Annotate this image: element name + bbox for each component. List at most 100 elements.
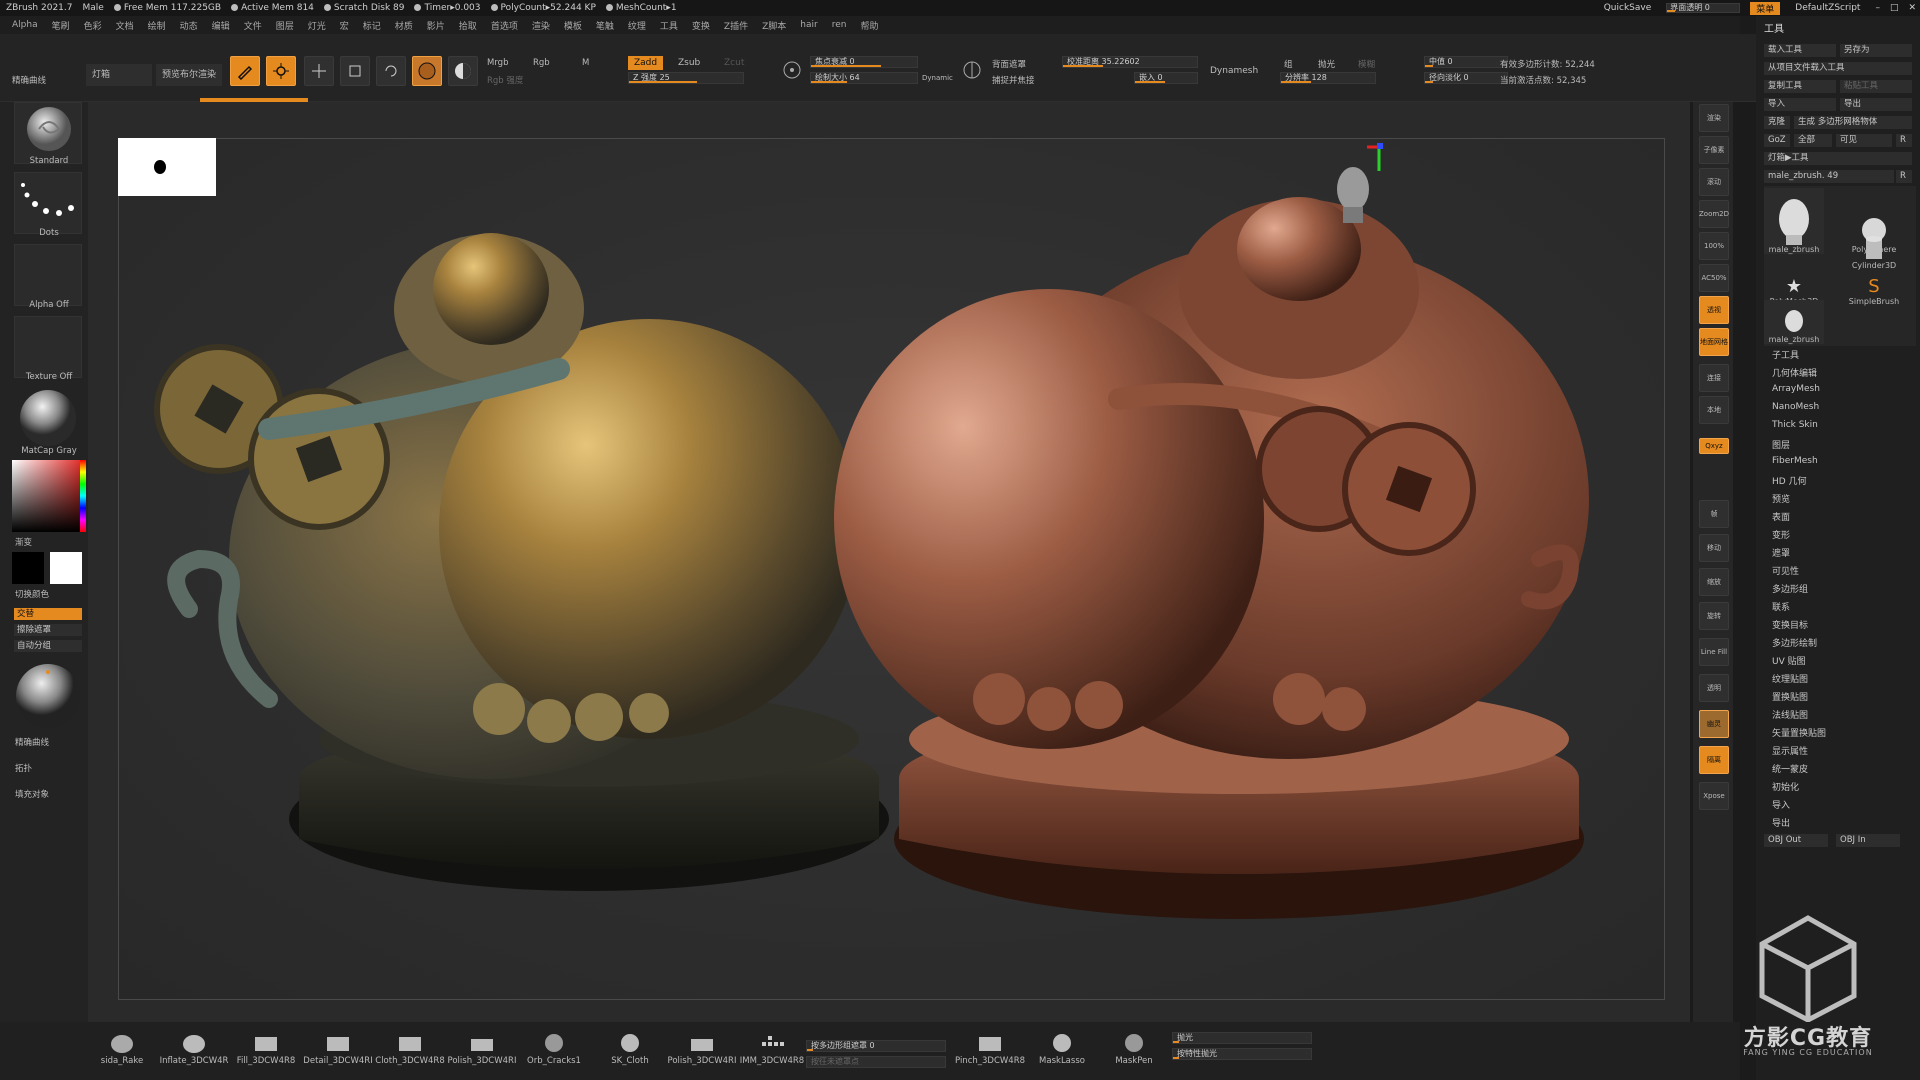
color-picker[interactable] [12, 460, 86, 532]
menu-color[interactable]: 色彩 [84, 19, 102, 32]
menu-draw[interactable]: 绘制 [148, 19, 166, 32]
resolution-slider[interactable]: 分辨率 128 [1280, 72, 1376, 84]
initialize-section[interactable]: 初始化 [1772, 780, 1799, 793]
curve-button[interactable]: 精确曲线 [15, 736, 49, 748]
lightbox-button[interactable]: 灯箱 [86, 64, 152, 86]
material-swatch-button[interactable] [412, 56, 442, 86]
default-zscript-button[interactable]: DefaultZScript [1790, 3, 1865, 13]
link-button[interactable]: 连接 [1699, 364, 1729, 392]
brush-orb-cracks[interactable]: Orb_Cracks1 [527, 1032, 581, 1066]
menu-stencil[interactable]: 模板 [564, 19, 582, 32]
tool-thumb-male-zbrush[interactable]: male_zbrush [1764, 188, 1824, 254]
orb-button[interactable] [14, 662, 82, 730]
polish-by-features-slider[interactable]: 按特性抛光 [1172, 1048, 1312, 1060]
goz-button[interactable]: GoZ [1764, 134, 1790, 147]
arraymesh-section[interactable]: ArrayMesh [1772, 384, 1820, 394]
bpr-render-button[interactable]: 渲染 [1699, 104, 1729, 132]
import-section[interactable]: 导入 [1772, 798, 1790, 811]
ghost-button[interactable]: 幽灵 [1699, 710, 1729, 738]
goz-r-button[interactable]: R [1896, 134, 1912, 147]
lightbox-tools-button[interactable]: 灯箱▶工具 [1764, 152, 1912, 165]
shading-button[interactable] [448, 56, 478, 86]
export-section[interactable]: 导出 [1772, 816, 1790, 829]
load-tool-button[interactable]: 载入工具 [1764, 44, 1836, 57]
symmetry-icon-button[interactable] [960, 58, 984, 82]
move-view-button[interactable]: 移动 [1699, 534, 1729, 562]
menu-stroke[interactable]: 笔触 [596, 19, 614, 32]
group-toggle[interactable]: 组 [1284, 58, 1293, 70]
goz-visible-button[interactable]: 可见 [1836, 134, 1892, 147]
brush-selector[interactable] [14, 102, 82, 164]
menu-movie-dynamics[interactable]: 动态 [180, 19, 198, 32]
menu-texture[interactable]: 纹理 [628, 19, 646, 32]
brush-detail[interactable]: Detail_3DCW4RI [303, 1032, 373, 1066]
polygroup-mask-slider[interactable]: 按多边形组遮罩 0 [806, 1040, 946, 1052]
polypaint-section[interactable]: 多边形绘制 [1772, 636, 1817, 649]
rgb-toggle[interactable]: Rgb [533, 58, 550, 68]
menu-zscript[interactable]: Z脚本 [762, 19, 786, 32]
menu-material[interactable]: 材质 [395, 19, 413, 32]
move-button[interactable] [304, 56, 334, 86]
menu-zplugin[interactable]: Z插件 [724, 19, 748, 32]
dynamesh-button[interactable]: Dynamesh [1204, 64, 1264, 80]
copy-tool-button[interactable]: 复制工具 [1764, 80, 1836, 93]
nanomesh-section[interactable]: NanoMesh [1772, 402, 1819, 412]
zadd-button[interactable]: Zadd [628, 56, 664, 70]
hue-strip[interactable] [80, 460, 86, 532]
hd-geometry-section[interactable]: HD 几何 [1772, 474, 1807, 487]
spix-button[interactable]: 子像素 [1699, 136, 1729, 164]
dynamic-toggle[interactable]: Dynamic [922, 74, 953, 82]
focal-shift-slider[interactable]: 焦点衰减 0 [810, 56, 918, 68]
menu-macro[interactable]: 宏 [340, 19, 349, 32]
menu-movie[interactable]: 影片 [427, 19, 445, 32]
menu-brush[interactable]: 笔刷 [52, 19, 70, 32]
save-as-button[interactable]: 另存为 [1840, 44, 1912, 57]
displacement-map-section[interactable]: 置换贴图 [1772, 690, 1808, 703]
qxyz-button[interactable]: Qxyz [1699, 438, 1729, 454]
line-fill-button[interactable]: Line Fill [1699, 638, 1729, 666]
snap-merge-toggle[interactable]: 捕捉并焦接 [992, 74, 1035, 86]
uv-map-section[interactable]: UV 贴图 [1772, 654, 1806, 667]
bpr-preview-button[interactable]: 预览布尔渲染 [156, 64, 222, 86]
tool-thumb-simplebrush[interactable]: S SimpleBrush [1844, 262, 1904, 306]
brush-polish-2[interactable]: Polish_3DCW4RI [668, 1032, 736, 1066]
zoom2d-button[interactable]: Zoom2D [1699, 200, 1729, 228]
edit-button[interactable] [230, 56, 260, 86]
perspective-button[interactable]: 透视 [1699, 296, 1729, 324]
masking-section[interactable]: 遮罩 [1772, 546, 1790, 559]
primary-color-swatch[interactable] [50, 552, 82, 584]
radial-fade-slider[interactable]: 径向淡化 0 [1424, 72, 1508, 84]
zoom-view-button[interactable]: 缩放 [1699, 568, 1729, 596]
preview-section[interactable]: 预览 [1772, 492, 1790, 505]
current-tool-r-button[interactable]: R [1896, 170, 1912, 183]
menu-transform[interactable]: 变换 [692, 19, 710, 32]
deformation-section[interactable]: 变形 [1772, 528, 1790, 541]
brush-cloth[interactable]: Cloth_3DCW4R8 [375, 1032, 445, 1066]
menu-document[interactable]: 文档 [116, 19, 134, 32]
switch-color-button[interactable]: 切换颜色 [15, 588, 49, 600]
menu-help[interactable]: 帮助 [860, 19, 878, 32]
normal-map-section[interactable]: 法线贴图 [1772, 708, 1808, 721]
brush-sk-cloth[interactable]: SK_Cloth [604, 1032, 656, 1066]
minimize-icon[interactable]: – [1875, 3, 1880, 13]
current-tool-slider[interactable]: male_zbrush. 49 [1764, 170, 1894, 183]
menu-light[interactable]: 灯光 [308, 19, 326, 32]
maximize-icon[interactable]: □ [1890, 3, 1899, 13]
fill-object-button[interactable]: 填充对象 [15, 788, 49, 800]
brush-pinch[interactable]: Pinch_3DCW4R8 [955, 1032, 1025, 1066]
topology-button[interactable]: 拓扑 [15, 762, 32, 774]
menu-alpha[interactable]: Alpha [12, 20, 38, 30]
texture-map-section[interactable]: 纹理贴图 [1772, 672, 1808, 685]
focal-shift-icon-button[interactable] [780, 58, 804, 82]
clone-button[interactable]: 克隆 [1764, 116, 1790, 129]
brush-imm[interactable]: IMM_3DCW4R8 [740, 1032, 804, 1066]
obj-in-button[interactable]: OBJ In [1836, 834, 1900, 847]
alpha-selector[interactable] [14, 244, 82, 306]
ui-transparency-slider[interactable]: 界面透明 0 [1666, 3, 1741, 13]
viewport[interactable] [118, 138, 1665, 1000]
unified-skin-section[interactable]: 统一蒙皮 [1772, 762, 1808, 775]
zcut-button[interactable]: Zcut [718, 56, 750, 70]
fibermesh-section[interactable]: FiberMesh [1772, 456, 1818, 466]
goz-all-button[interactable]: 全部 [1794, 134, 1832, 147]
menu-button[interactable]: 菜单 [1750, 1, 1781, 15]
